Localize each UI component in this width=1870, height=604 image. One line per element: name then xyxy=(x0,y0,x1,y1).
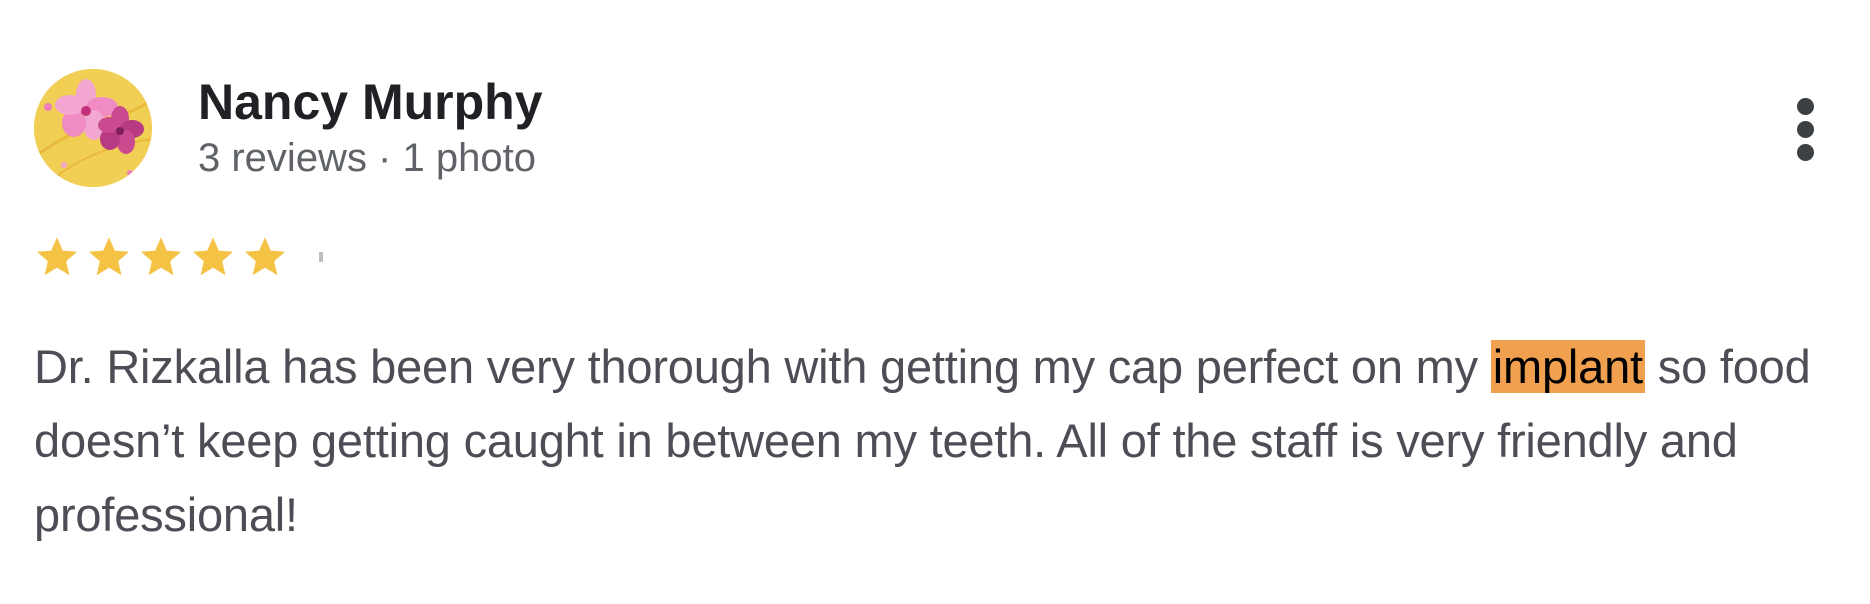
review-text: Dr. Rizkalla has been very thorough with… xyxy=(34,330,1854,552)
more-vert-dot xyxy=(1797,121,1814,138)
more-vert-dot xyxy=(1797,144,1814,161)
flower-avatar-image xyxy=(34,69,152,187)
reviewer-name[interactable]: Nancy Murphy xyxy=(198,72,543,132)
star-rating xyxy=(33,233,323,281)
reviewer-avatar[interactable] xyxy=(34,69,152,187)
more-options-button[interactable] xyxy=(1782,94,1830,166)
review-highlighted-word: implant xyxy=(1490,340,1645,393)
rating-truncated-text xyxy=(319,252,323,262)
star-icon xyxy=(85,233,133,281)
star-icon xyxy=(33,233,81,281)
star-icon xyxy=(241,233,289,281)
star-icon xyxy=(137,233,185,281)
review-text-before: Dr. Rizkalla has been very thorough with… xyxy=(34,340,1491,393)
reviewer-meta: 3 reviews · 1 photo xyxy=(198,136,536,180)
review-card: Nancy Murphy 3 reviews · 1 photo Dr. Riz… xyxy=(0,0,1870,604)
star-icon xyxy=(189,233,237,281)
more-vert-dot xyxy=(1797,98,1814,115)
